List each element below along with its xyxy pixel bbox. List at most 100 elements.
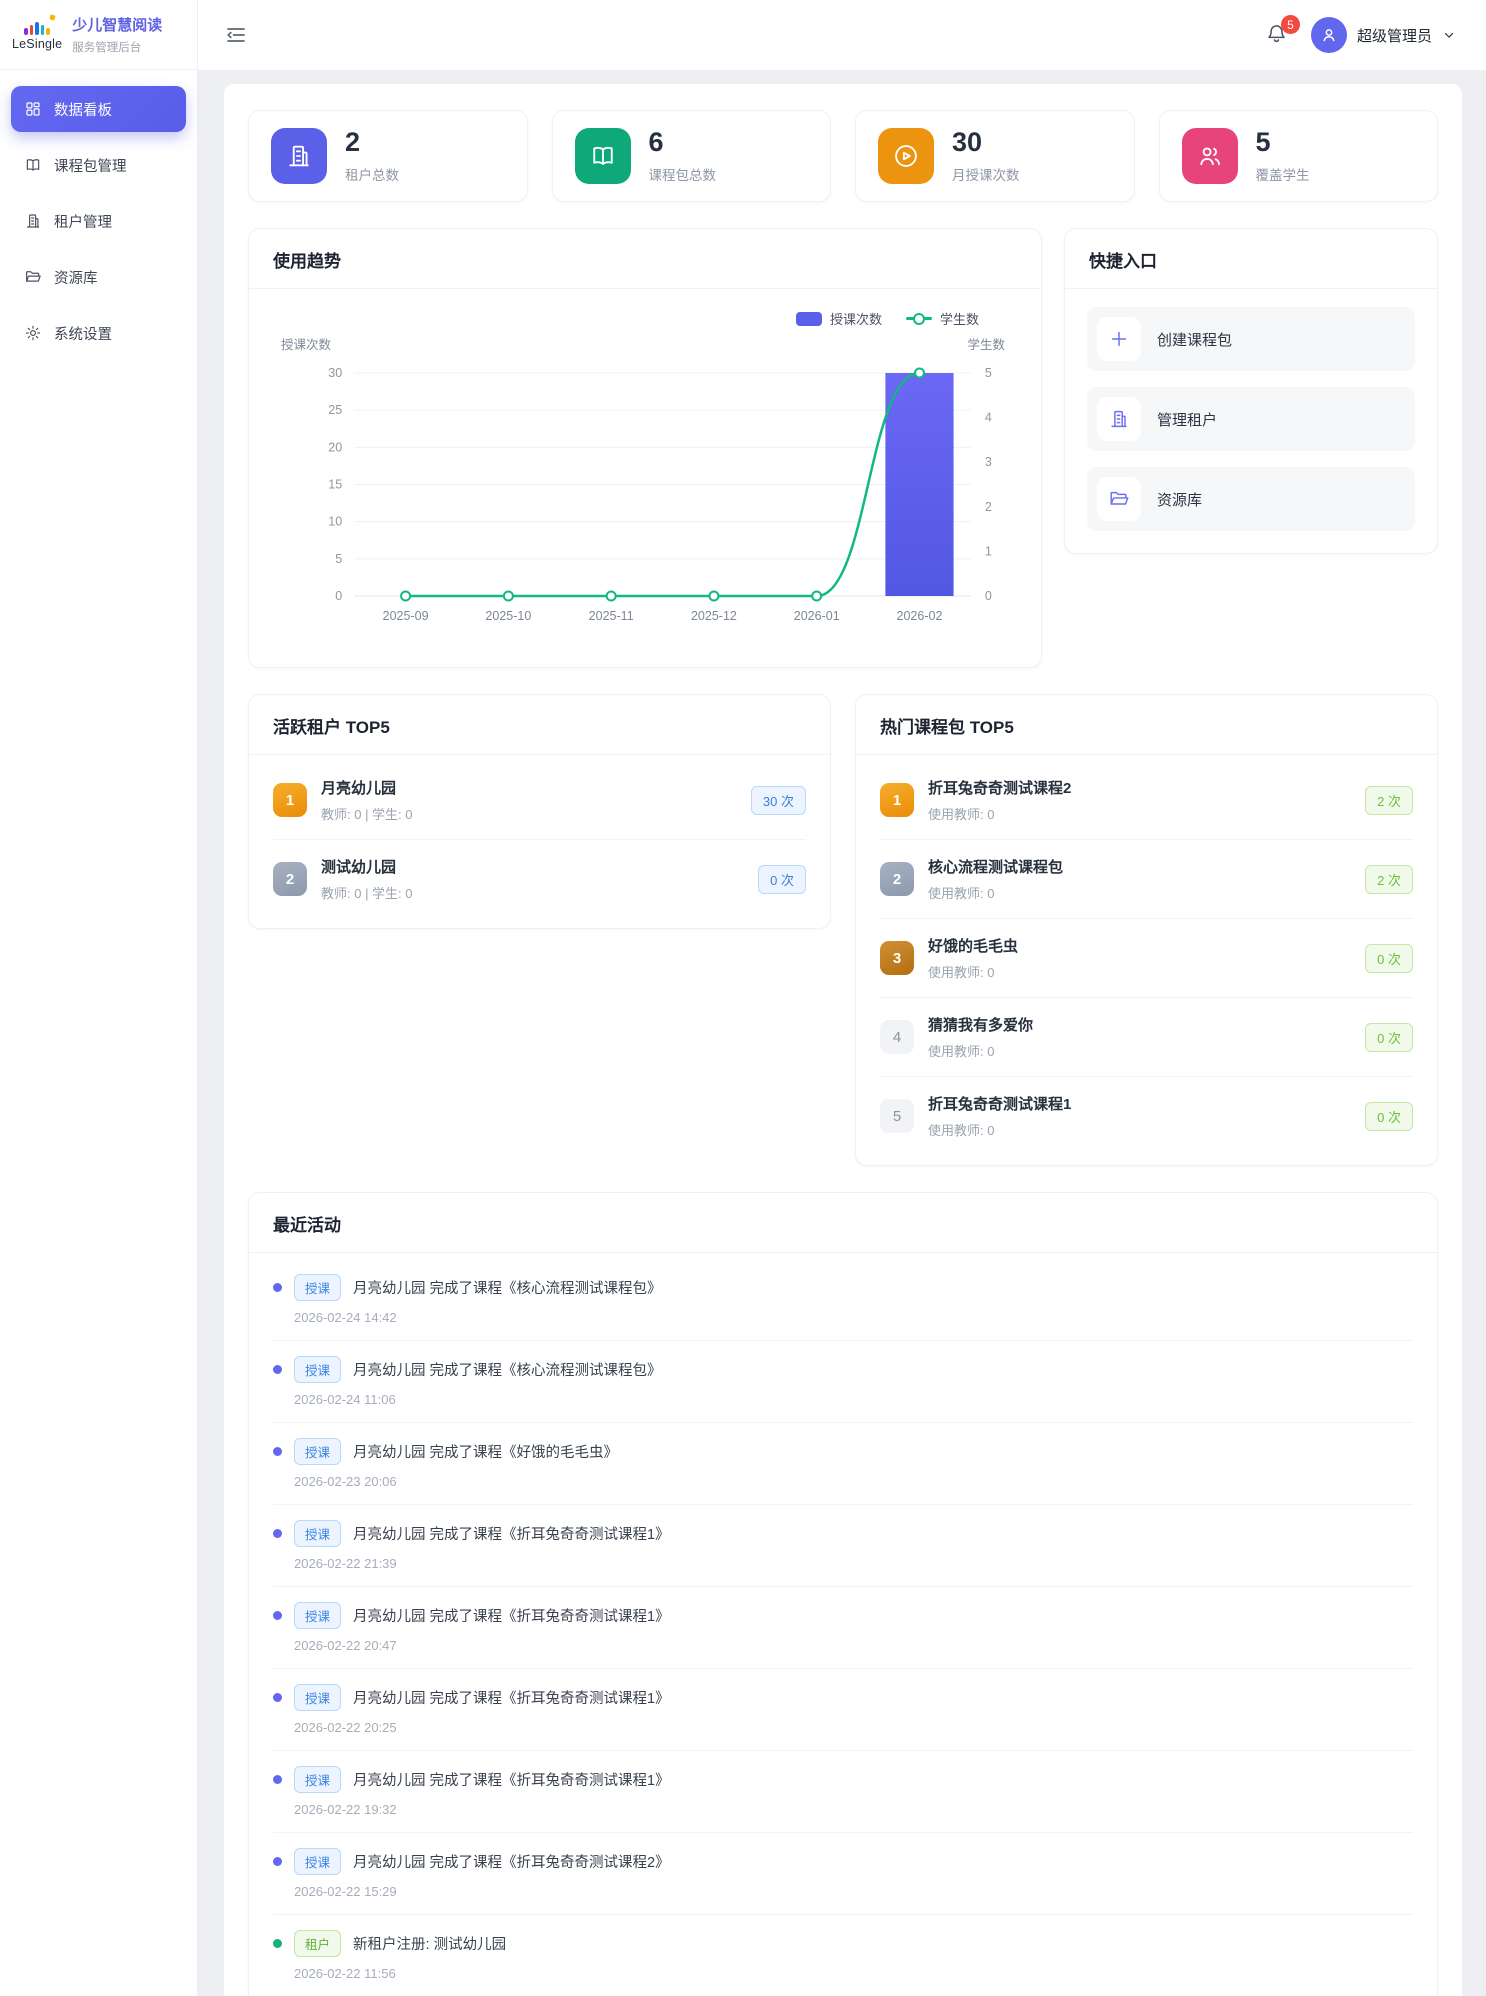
hot-packages-list: 1 折耳兔奇奇测试课程2 使用教师: 0 2 次 2 核心流程测试课程包 [856,755,1437,1165]
quick-link-resources[interactable]: 资源库 [1087,467,1415,531]
lesingle-logo: LeSingle [12,19,62,51]
activity-time: 2026-02-22 11:56 [294,1966,1413,1981]
activity-row: 授课 月亮幼儿园 完成了课程《核心流程测试课程包》 2026-02-24 14:… [273,1259,1413,1340]
folder-open-icon [24,268,42,286]
book-icon [24,156,42,174]
package-meta: 使用教师: 0 [928,1120,1365,1139]
activity-row: 授课 月亮幼儿园 完成了课程《核心流程测试课程包》 2026-02-24 11:… [273,1340,1413,1422]
package-name: 核心流程测试课程包 [928,856,1365,877]
folder-open-icon [1097,477,1141,521]
activity-dot [273,1775,282,1784]
rank-badge: 2 [273,862,307,896]
activity-text: 月亮幼儿园 完成了课程《好饿的毛毛虫》 [353,1441,618,1462]
play-circle-icon [878,128,934,184]
app-subtitle: 服务管理后台 [72,39,162,55]
svg-text:2: 2 [985,500,992,514]
activity-dot [273,1611,282,1620]
stat-card-monthly-lessons: 30 月授课次数 [855,110,1135,202]
active-tenants-card: 活跃租户 TOP5 1 月亮幼儿园 教师: 0 | 学生: 0 30 次 [248,694,831,929]
activity-row: 租户 新租户注册: 测试幼儿园 2026-02-22 11:56 [273,1914,1413,1996]
quick-link-create-package[interactable]: 创建课程包 [1087,307,1415,371]
chevron-down-icon [1442,28,1456,42]
tenant-name: 测试幼儿园 [321,856,758,877]
svg-text:4: 4 [985,411,992,425]
activity-dot [273,1939,282,1948]
svg-text:2025-11: 2025-11 [589,609,634,623]
quick-links-card: 快捷入口 创建课程包 管理租户 资源库 [1064,228,1438,554]
activity-dot [273,1693,282,1702]
package-name: 折耳兔奇奇测试课程2 [928,777,1365,798]
person-icon [1319,25,1339,45]
notifications-button[interactable]: 5 [1265,22,1291,48]
usage-count-badge: 2 次 [1365,786,1413,815]
tenant-meta: 教师: 0 | 学生: 0 [321,804,751,823]
menu-fold-icon [224,23,248,47]
hot-packages-card: 热门课程包 TOP5 1 折耳兔奇奇测试课程2 使用教师: 0 2 次 [855,694,1438,1166]
stat-value: 6 [649,128,717,156]
svg-text:10: 10 [328,515,342,529]
activity-text: 月亮幼儿园 完成了课程《折耳兔奇奇测试课程1》 [353,1523,670,1544]
svg-text:5: 5 [985,366,992,380]
package-name: 好饿的毛毛虫 [928,935,1365,956]
sidebar-item-settings[interactable]: 系统设置 [11,310,186,356]
sidebar-item-course-packages[interactable]: 课程包管理 [11,142,186,188]
activity-tag: 授课 [294,1356,341,1383]
usage-count-badge: 0 次 [758,865,806,894]
usage-count-badge: 0 次 [1365,1023,1413,1052]
activity-text: 月亮幼儿园 完成了课程《核心流程测试课程包》 [353,1359,662,1380]
sidebar-item-resources[interactable]: 资源库 [11,254,186,300]
stat-value: 2 [345,128,399,156]
stat-card-course-packages: 6 课程包总数 [552,110,832,202]
activity-time: 2026-02-24 14:42 [294,1310,1413,1325]
collapse-sidebar-button[interactable] [224,22,250,48]
users-icon [1182,128,1238,184]
sidebar-item-label: 租户管理 [54,211,112,232]
activity-text: 月亮幼儿园 完成了课程《折耳兔奇奇测试课程2》 [353,1851,670,1872]
activity-row: 授课 月亮幼儿园 完成了课程《折耳兔奇奇测试课程1》 2026-02-22 20… [273,1668,1413,1750]
tenant-row: 1 月亮幼儿园 教师: 0 | 学生: 0 30 次 [273,761,806,839]
activity-time: 2026-02-22 21:39 [294,1556,1413,1571]
activity-time: 2026-02-23 20:06 [294,1474,1413,1489]
sidebar: LeSingle 少儿智慧阅读 服务管理后台 数据看板 课程包管理 租户管理 资… [0,0,198,1996]
activity-tag: 授课 [294,1684,341,1711]
svg-text:2025-10: 2025-10 [485,609,531,623]
activity-tag: 授课 [294,1848,341,1875]
active-tenants-list: 1 月亮幼儿园 教师: 0 | 学生: 0 30 次 2 测试幼儿园 [249,755,830,928]
activity-time: 2026-02-24 11:06 [294,1392,1413,1407]
card-title: 最近活动 [249,1193,1437,1253]
card-title: 使用趋势 [249,229,1041,289]
package-meta: 使用教师: 0 [928,883,1365,902]
sidebar-item-dashboard[interactable]: 数据看板 [11,86,186,132]
sidebar-item-tenants[interactable]: 租户管理 [11,198,186,244]
sidebar-item-label: 系统设置 [54,323,112,344]
brand: LeSingle 少儿智慧阅读 服务管理后台 [0,0,197,70]
package-row: 4 猜猜我有多爱你 使用教师: 0 0 次 [880,997,1413,1076]
user-menu[interactable]: 超级管理员 [1311,17,1456,53]
quick-link-manage-tenants[interactable]: 管理租户 [1087,387,1415,451]
legend-item-lessons[interactable]: 授课次数 [796,309,882,328]
package-name: 猜猜我有多爱你 [928,1014,1365,1035]
activity-row: 授课 月亮幼儿园 完成了课程《折耳兔奇奇测试课程1》 2026-02-22 20… [273,1586,1413,1668]
sidebar-menu: 数据看板 课程包管理 租户管理 资源库 系统设置 [0,70,197,382]
card-title: 活跃租户 TOP5 [249,695,830,755]
building-icon [24,212,42,230]
user-name: 超级管理员 [1357,25,1432,46]
rank-badge: 1 [273,783,307,817]
svg-text:2026-01: 2026-01 [794,609,840,623]
activity-text: 月亮幼儿园 完成了课程《折耳兔奇奇测试课程1》 [353,1687,670,1708]
dashboard-panel: 2 租户总数 6 课程包总数 30 月授课次数 [224,84,1462,1996]
gear-icon [24,324,42,342]
activity-tag: 授课 [294,1274,341,1301]
package-meta: 使用教师: 0 [928,804,1365,823]
building-icon [1097,397,1141,441]
rank-badge: 1 [880,783,914,817]
bar-legend-swatch [796,312,822,326]
sidebar-item-label: 课程包管理 [54,155,127,176]
dashboard-grid-icon [24,100,42,118]
activity-tag: 授课 [294,1766,341,1793]
svg-text:1: 1 [985,544,992,558]
notification-badge: 5 [1281,15,1300,34]
usage-count-badge: 0 次 [1365,1102,1413,1131]
legend-item-students[interactable]: 学生数 [906,309,979,328]
topbar: 5 超级管理员 [198,0,1486,70]
